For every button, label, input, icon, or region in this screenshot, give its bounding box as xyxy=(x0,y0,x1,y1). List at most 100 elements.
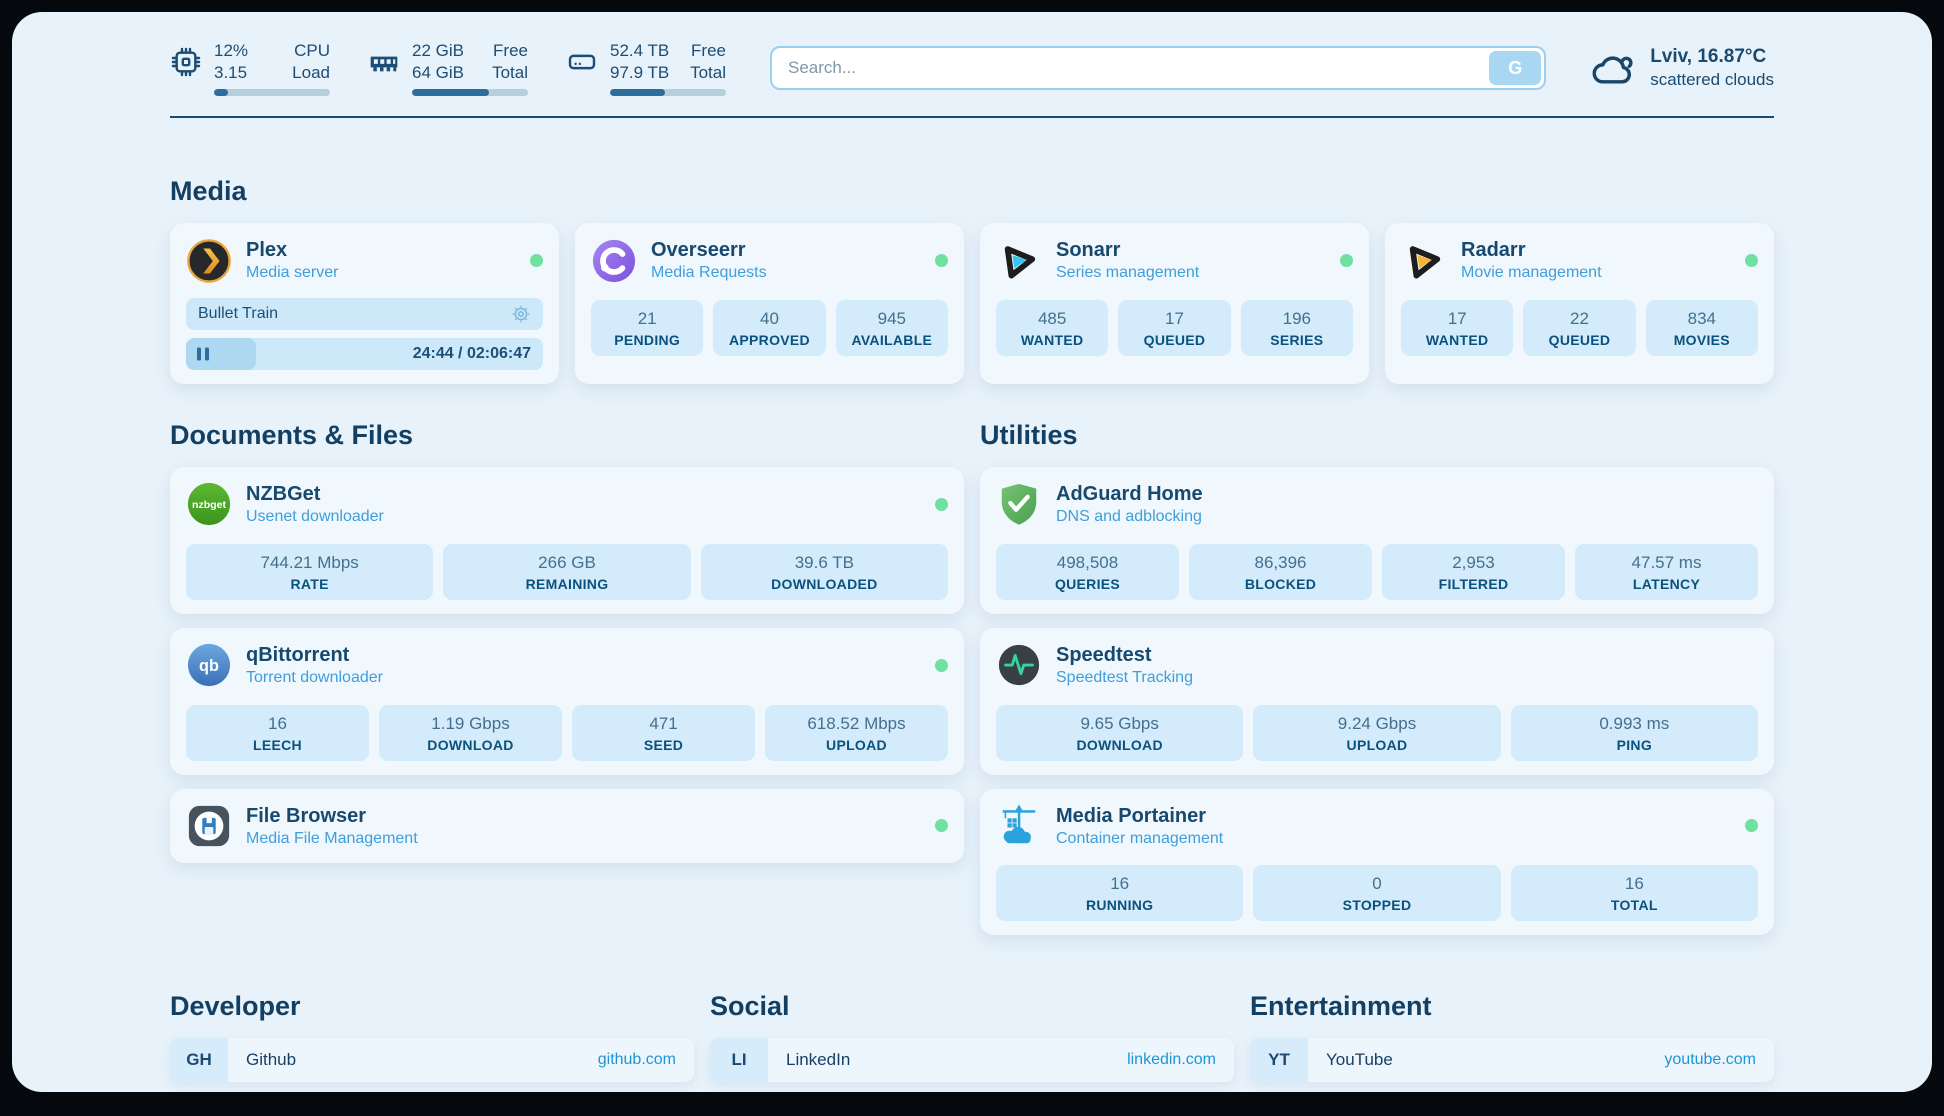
tile-value: 618.52 Mbps xyxy=(769,714,944,734)
disk-stat: 52.4 TB 97.9 TB Free Total xyxy=(566,40,726,96)
dashboard: 12% 3.15 CPU Load xyxy=(12,12,1932,1092)
tile-value: 266 GB xyxy=(447,553,686,573)
status-dot xyxy=(935,254,948,267)
stat-tile: 21 PENDING xyxy=(591,300,703,356)
status-dot xyxy=(530,254,543,267)
stat-tile: 40 APPROVED xyxy=(713,300,825,356)
tile-label: QUERIES xyxy=(1000,576,1175,592)
card-plex[interactable]: Plex Media server Bullet Train xyxy=(170,223,559,384)
cpu-label: CPU xyxy=(292,40,330,62)
app-subtitle: Speedtest Tracking xyxy=(1056,668,1193,689)
disk-free-label: Free xyxy=(690,40,726,62)
tile-value: 16 xyxy=(190,714,365,734)
ram-free-label: Free xyxy=(492,40,528,62)
disk-total-label: Total xyxy=(690,62,726,84)
link-badge: GH xyxy=(170,1038,228,1082)
tile-label: RATE xyxy=(190,576,429,592)
qbittorrent-icon: qb xyxy=(186,642,232,688)
tile-value: 16 xyxy=(1000,874,1239,894)
section-title-media: Media xyxy=(170,176,1774,207)
tile-value: 1.19 Gbps xyxy=(383,714,558,734)
section-title-developer: Developer xyxy=(170,991,694,1022)
stat-tile: 744.21 Mbps RATE xyxy=(186,544,433,600)
cpu-progress-fill xyxy=(214,89,228,96)
tile-value: 39.6 TB xyxy=(705,553,944,573)
link-name: YouTube xyxy=(1326,1050,1393,1070)
card-nzbget[interactable]: nzbget NZBGet Usenet downloader 744.21 M… xyxy=(170,467,964,614)
stat-tile: 16 TOTAL xyxy=(1511,865,1758,921)
tile-value: 86,396 xyxy=(1193,553,1368,573)
card-qbittorrent[interactable]: qb qBittorrent Torrent downloader 16 xyxy=(170,628,964,775)
svg-text:qb: qb xyxy=(199,657,219,675)
app-title: Speedtest xyxy=(1056,642,1193,668)
tile-value: 40 xyxy=(717,309,821,329)
disk-total-value: 97.9 TB xyxy=(610,62,669,84)
stat-tile: 17 QUEUED xyxy=(1118,300,1230,356)
settings-icon[interactable] xyxy=(511,304,531,324)
card-overseerr[interactable]: Overseerr Media Requests 21 PENDING 40 A… xyxy=(575,223,964,384)
section-title-utilities: Utilities xyxy=(980,420,1774,451)
radarr-icon xyxy=(1401,238,1447,284)
link-badge: LI xyxy=(710,1038,768,1082)
disk-progress-fill xyxy=(610,89,665,96)
tile-label: WANTED xyxy=(1405,332,1509,348)
tile-value: 21 xyxy=(595,309,699,329)
sonarr-icon xyxy=(996,238,1042,284)
stat-tile: 0 STOPPED xyxy=(1253,865,1500,921)
adguard-icon xyxy=(996,481,1042,527)
search-bar: G xyxy=(770,46,1546,90)
tile-value: 47.57 ms xyxy=(1579,553,1754,573)
status-dot xyxy=(935,659,948,672)
stat-tile: 9.24 Gbps UPLOAD xyxy=(1253,705,1500,761)
app-title: File Browser xyxy=(246,803,418,829)
stat-tile: 618.52 Mbps UPLOAD xyxy=(765,705,948,761)
tile-label: SEED xyxy=(576,737,751,753)
tile-label: SERIES xyxy=(1245,332,1349,348)
card-filebrowser[interactable]: File Browser Media File Management xyxy=(170,789,964,864)
status-dot xyxy=(935,819,948,832)
search-input[interactable] xyxy=(770,46,1546,90)
weather-location-temp: Lviv, 16.87°C xyxy=(1650,44,1774,70)
playback-time: 24:44 / 02:06:47 xyxy=(413,345,531,363)
stat-tile: 834 MOVIES xyxy=(1646,300,1758,356)
ram-progress-bar xyxy=(412,89,528,96)
stat-tile: 196 SERIES xyxy=(1241,300,1353,356)
tile-value: 2,953 xyxy=(1386,553,1561,573)
ram-total-label: Total xyxy=(492,62,528,84)
disk-progress-bar xyxy=(610,89,726,96)
tile-label: DOWNLOAD xyxy=(1000,737,1239,753)
section-social: Social LI LinkedIn linkedin.com TW Twitt… xyxy=(710,991,1234,1092)
tile-label: LATENCY xyxy=(1579,576,1754,592)
section-title-documents: Documents & Files xyxy=(170,420,964,451)
filebrowser-icon xyxy=(186,803,232,849)
tile-value: 0.993 ms xyxy=(1515,714,1754,734)
card-radarr[interactable]: Radarr Movie management 17 WANTED 22 QUE… xyxy=(1385,223,1774,384)
stat-tile: 47.57 ms LATENCY xyxy=(1575,544,1758,600)
link-badge: YT xyxy=(1250,1038,1308,1082)
system-stats: 12% 3.15 CPU Load xyxy=(170,40,726,96)
ram-total-value: 64 GiB xyxy=(412,62,464,84)
plex-icon xyxy=(186,238,232,284)
stat-tile: 0.993 ms PING xyxy=(1511,705,1758,761)
app-subtitle: Media server xyxy=(246,263,338,284)
tile-value: 22 xyxy=(1527,309,1631,329)
card-portainer[interactable]: Media Portainer Container management 16 … xyxy=(980,789,1774,936)
card-speedtest[interactable]: Speedtest Speedtest Tracking 9.65 Gbps D… xyxy=(980,628,1774,775)
ram-icon xyxy=(368,46,400,78)
link-linkedin[interactable]: LI LinkedIn linkedin.com xyxy=(710,1038,1234,1082)
app-title: Sonarr xyxy=(1056,237,1199,263)
tile-label: QUEUED xyxy=(1527,332,1631,348)
status-dot xyxy=(1340,254,1353,267)
section-title-entertainment: Entertainment xyxy=(1250,991,1774,1022)
tile-label: DOWNLOAD xyxy=(383,737,558,753)
status-dot xyxy=(1745,254,1758,267)
card-adguard[interactable]: AdGuard Home DNS and adblocking 498,508 … xyxy=(980,467,1774,614)
search-provider-button[interactable]: G xyxy=(1489,51,1541,85)
tile-value: 17 xyxy=(1405,309,1509,329)
link-youtube[interactable]: YT YouTube youtube.com xyxy=(1250,1038,1774,1082)
nzbget-icon: nzbget xyxy=(186,481,232,527)
tile-value: 834 xyxy=(1650,309,1754,329)
link-github[interactable]: GH Github github.com xyxy=(170,1038,694,1082)
card-sonarr[interactable]: Sonarr Series management 485 WANTED 17 Q… xyxy=(980,223,1369,384)
tile-label: TOTAL xyxy=(1515,897,1754,913)
